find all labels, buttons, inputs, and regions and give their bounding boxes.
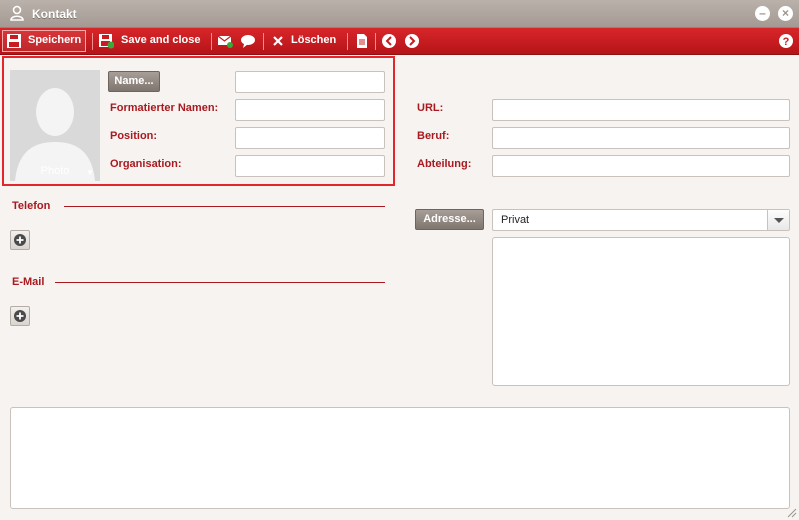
url-label: URL: [417, 102, 444, 114]
name-button[interactable]: Name... [108, 71, 160, 92]
telefon-section-title: Telefon [12, 200, 51, 212]
window-titlebar: Kontakt – × [0, 0, 799, 28]
svg-text:?: ? [783, 36, 790, 48]
document-icon[interactable] [354, 33, 370, 49]
formatted-name-input[interactable] [235, 99, 385, 121]
close-icon[interactable]: × [778, 6, 793, 21]
add-telefon-button[interactable] [10, 230, 30, 250]
contact-icon [10, 5, 24, 21]
chevron-down-icon[interactable] [767, 210, 789, 230]
delete-icon[interactable] [270, 33, 286, 49]
window-title: Kontakt [32, 7, 77, 21]
plus-circle-icon [14, 234, 26, 246]
name-input[interactable] [235, 71, 385, 93]
url-input[interactable] [492, 99, 790, 121]
position-label: Position: [110, 130, 158, 142]
beruf-label: Beruf: [417, 130, 450, 142]
minimize-icon[interactable]: – [755, 6, 770, 21]
help-icon[interactable]: ? [778, 33, 794, 49]
beruf-input[interactable] [492, 127, 790, 149]
arrow-right-icon[interactable] [404, 33, 420, 49]
notes-textarea[interactable] [10, 407, 790, 509]
abteilung-input[interactable] [492, 155, 790, 177]
toolbar-separator [92, 33, 93, 50]
email-section-title: E-Mail [12, 276, 45, 288]
delete-button[interactable]: Löschen [291, 34, 336, 46]
organisation-label: Organisation: [110, 158, 182, 170]
resize-grip-icon[interactable] [785, 506, 797, 518]
email-divider [55, 282, 385, 283]
address-textarea[interactable] [492, 237, 790, 386]
toolbar: Speichern Save and close Löschen ? [0, 28, 799, 55]
arrow-left-icon[interactable] [381, 33, 397, 49]
address-button[interactable]: Adresse... [415, 209, 484, 230]
chevron-down-icon[interactable]: ▼ [86, 168, 94, 177]
address-type-value: Privat [501, 214, 530, 226]
organisation-input[interactable] [235, 155, 385, 177]
telefon-divider [64, 206, 385, 207]
chat-bubble-icon[interactable] [240, 33, 256, 49]
address-type-select[interactable]: Privat [492, 209, 790, 231]
plus-circle-icon [14, 310, 26, 322]
toolbar-separator [347, 33, 348, 50]
toolbar-separator [375, 33, 376, 50]
save-label: Speichern [28, 34, 82, 46]
save-close-icon[interactable] [98, 33, 114, 49]
toolbar-separator [263, 33, 264, 50]
formatted-name-label: Formatierter Namen: [110, 102, 219, 114]
email-add-icon[interactable] [217, 33, 233, 49]
toolbar-separator [211, 33, 212, 50]
position-input[interactable] [235, 127, 385, 149]
contact-photo[interactable]: Photo ▼ [10, 70, 100, 181]
save-and-close-button[interactable]: Save and close [121, 34, 201, 46]
floppy-disk-icon [7, 34, 21, 48]
abteilung-label: Abteilung: [417, 158, 472, 170]
add-email-button[interactable] [10, 306, 30, 326]
